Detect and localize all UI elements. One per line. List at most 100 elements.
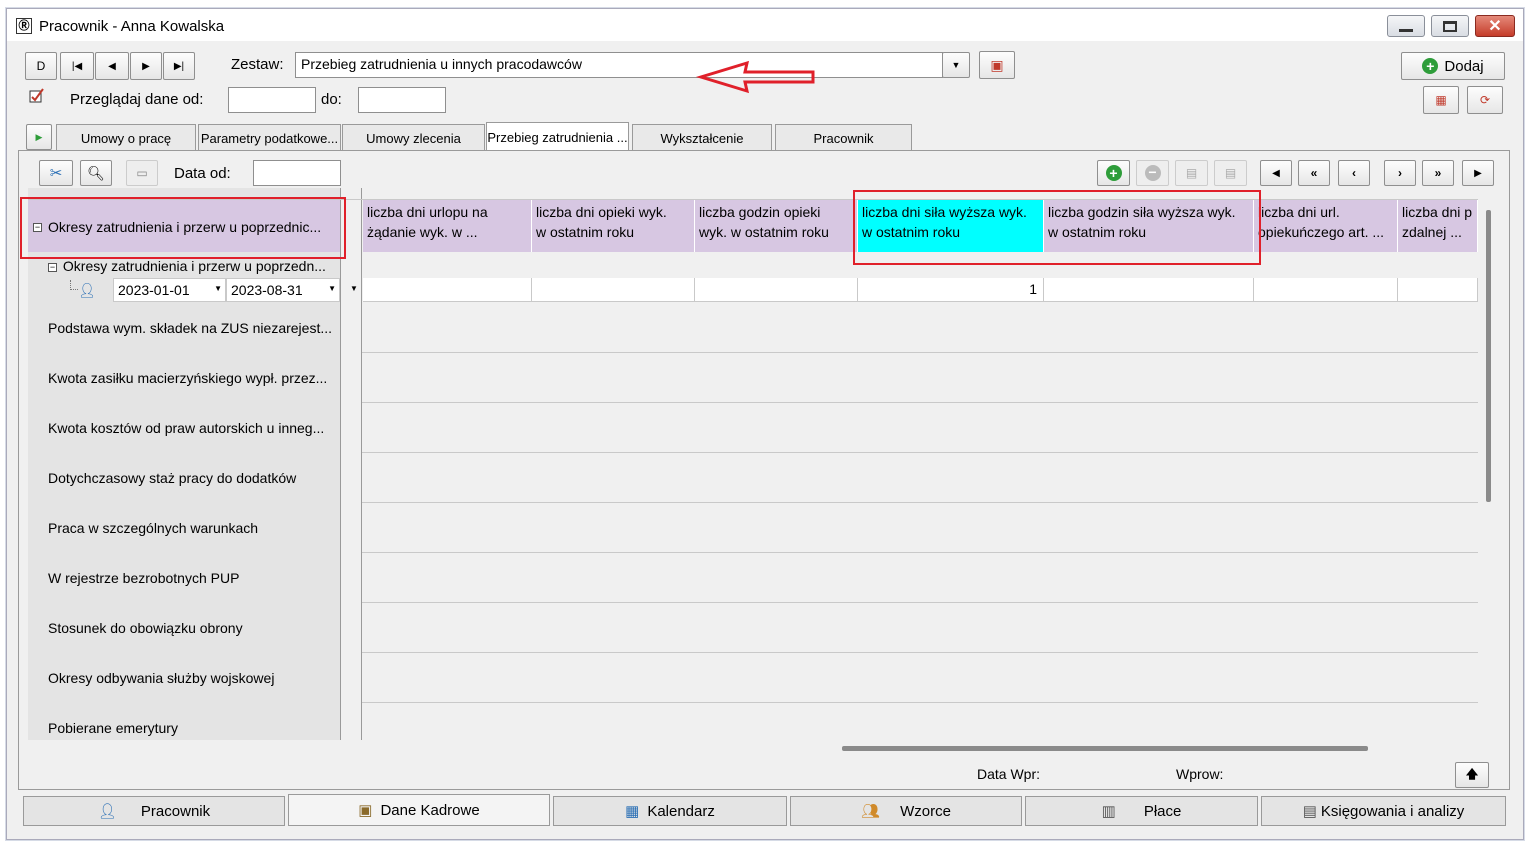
subgroup-row[interactable]: − Okresy zatrudnienia i przerw u poprzed… [48, 258, 340, 276]
nav-first-button[interactable]: |◀ [60, 52, 94, 80]
tools-button[interactable]: ✂ [39, 160, 73, 186]
table-cell[interactable] [532, 278, 695, 302]
bottom-tab-pracownik[interactable]: 👤︎ Pracownik [23, 796, 285, 826]
filter-button[interactable]: ▭ [126, 160, 158, 186]
row-divider [362, 552, 1478, 553]
col-header-urlop-na-zadanie[interactable]: liczba dni urlopu na żądanie wyk. w ... [363, 200, 532, 252]
close-button[interactable]: ✕ [1475, 15, 1515, 37]
calendar-refresh-button[interactable]: ▦ [1423, 86, 1459, 114]
tab-przebieg-zatrudnienia[interactable]: Przebieg zatrudnienia ... [486, 122, 629, 152]
tab-wyksztalcenie[interactable]: Wykształcenie [632, 124, 772, 152]
table-cell[interactable] [363, 278, 532, 302]
grid-scroll-left-button[interactable]: ◀ [1260, 160, 1292, 186]
person-icon: 👤︎ [97, 803, 117, 820]
grid-add-button[interactable]: + [1097, 160, 1130, 186]
table-cell[interactable] [1044, 278, 1254, 302]
search-button[interactable]: 🔍︎ [80, 160, 112, 186]
double-chevron-left-icon: « [1310, 166, 1318, 180]
horizontal-scrollbar[interactable] [842, 746, 1368, 751]
col-header-url-opiekunczego[interactable]: liczba dni url. opiekuńczego art. ... [1254, 200, 1398, 252]
bottom-tab-wzorce[interactable]: 👥︎ Wzorce [790, 796, 1022, 826]
col-header-godzin-opieki[interactable]: liczba godzin opieki wyk. w ostatnim roku [695, 200, 858, 252]
data-od-input[interactable] [253, 160, 341, 186]
bottom-tab-kalendarz[interactable]: ▦ Kalendarz [553, 796, 787, 826]
list-item[interactable]: Kwota zasiłku macierzyńskiego wypł. prze… [48, 370, 340, 386]
bottom-tab-place[interactable]: ▥ Płace [1025, 796, 1258, 826]
table-cell[interactable] [1398, 278, 1478, 302]
zestaw-config-button[interactable]: ▣ [979, 51, 1015, 79]
date-to-field[interactable]: 2023-08-31 ▼ [226, 278, 340, 302]
tab-umowy-o-prace[interactable]: Umowy o pracę [56, 124, 196, 152]
table-cell[interactable]: 1 [858, 278, 1044, 302]
collapse-icon[interactable]: − [48, 262, 57, 272]
tab-pracownik[interactable]: Pracownik [775, 124, 912, 152]
vertical-scrollbar[interactable] [1486, 210, 1491, 502]
list-item[interactable]: Podstawa wym. składek na ZUS niezarejest… [48, 320, 340, 336]
add-icon: + [1105, 165, 1122, 181]
grid-last-button[interactable]: » [1422, 160, 1454, 186]
chevron-left-icon: ◀ [1272, 167, 1280, 179]
people-icon: 👥︎ [861, 803, 881, 820]
tree-connector [70, 280, 78, 290]
grid-paste-button[interactable]: ▤ [1214, 160, 1247, 186]
maximize-button[interactable] [1431, 15, 1469, 37]
row-divider [362, 602, 1478, 603]
calendar-icon: ▦ [1435, 93, 1447, 107]
row-divider [362, 502, 1478, 503]
list-item[interactable]: Okresy odbywania służby wojskowej [48, 670, 340, 686]
remove-icon: − [1144, 165, 1161, 181]
bottom-tab-ksiegowania[interactable]: ▤ Księgowania i analizy [1261, 796, 1506, 826]
minimize-button[interactable] [1387, 15, 1425, 37]
grid-first-button[interactable]: « [1298, 160, 1330, 186]
browse-to-label: do: [321, 91, 342, 108]
calculator-icon: ▥ [1101, 803, 1116, 820]
list-item[interactable]: Stosunek do obowiązku obrony [48, 620, 340, 636]
triangle-right-icon: ▶ [35, 131, 43, 142]
row-divider [362, 352, 1478, 353]
edit-checkbox-icon[interactable] [29, 88, 45, 104]
tab-parametry-podatkowe[interactable]: Parametry podatkowe... [198, 124, 341, 152]
list-item[interactable]: W rejestrze bezrobotnych PUP [48, 570, 340, 586]
list-item[interactable]: Kwota kosztów od praw autorskich u inneg… [48, 420, 340, 436]
close-icon: ✕ [1488, 18, 1502, 35]
browse-to-input[interactable] [358, 87, 446, 113]
sync-icon: ⟳ [1479, 93, 1491, 107]
scroll-top-button[interactable]: 🡅 [1455, 762, 1489, 788]
chevron-down-icon[interactable]: ▼ [350, 284, 358, 293]
chevron-down-icon[interactable]: ▼ [214, 284, 222, 293]
bottom-tab-dane-kadrowe[interactable]: ▣ Dane Kadrowe [288, 794, 550, 826]
grid-scroll-right-button[interactable]: ▶ [1462, 160, 1494, 186]
table-cell[interactable] [1254, 278, 1398, 302]
list-item[interactable]: Pobierane emerytury [48, 720, 340, 736]
tabs-expand-button[interactable]: ▶ [26, 124, 52, 150]
annotation-arrow [695, 60, 815, 94]
grid-next-button[interactable]: › [1384, 160, 1416, 186]
browse-from-label: Przeglądaj dane od: [70, 91, 204, 108]
tree-splitter[interactable] [340, 188, 362, 740]
col-header-dni-opieki[interactable]: liczba dni opieki wyk. w ostatnim roku [532, 200, 695, 252]
keyboard-icon: ▭ [136, 166, 148, 180]
grid-prev-button[interactable]: ‹ [1338, 160, 1370, 186]
date-from-field[interactable]: 2023-01-01 ▼ [113, 278, 226, 302]
wprow-label: Wprow: [1176, 766, 1224, 782]
zestaw-dropdown-button[interactable]: ▼ [942, 52, 970, 78]
ledger-icon: ▤ [1302, 803, 1317, 820]
sync-button[interactable]: ⟳ [1467, 86, 1503, 114]
col-header-praca-zdalna[interactable]: liczba dni p zdalnej ... [1398, 200, 1478, 252]
nav-prev-button[interactable]: ◀ [95, 52, 129, 80]
grid-remove-button[interactable]: − [1136, 160, 1169, 186]
nav-new-button[interactable]: D [25, 52, 57, 80]
nav-last-button[interactable]: ▶| [163, 52, 195, 80]
add-button[interactable]: + Dodaj [1401, 52, 1505, 80]
list-item[interactable]: Dotychczasowy staż pracy do dodatków [48, 470, 340, 486]
chevron-down-icon[interactable]: ▼ [328, 284, 336, 293]
zestaw-select[interactable]: Przebieg zatrudnienia u innych pracodawc… [295, 52, 943, 78]
browse-from-input[interactable] [228, 87, 316, 113]
grid-copy-button[interactable]: ▤ [1175, 160, 1208, 186]
list-item[interactable]: Praca w szczególnych warunkach [48, 520, 340, 536]
nav-next-button[interactable]: ▶ [130, 52, 162, 80]
table-cell[interactable] [695, 278, 858, 302]
annotation-box-columns [853, 190, 1261, 265]
window-title: Pracownik - Anna Kowalska [39, 18, 225, 35]
tab-umowy-zlecenia[interactable]: Umowy zlecenia [342, 124, 485, 152]
